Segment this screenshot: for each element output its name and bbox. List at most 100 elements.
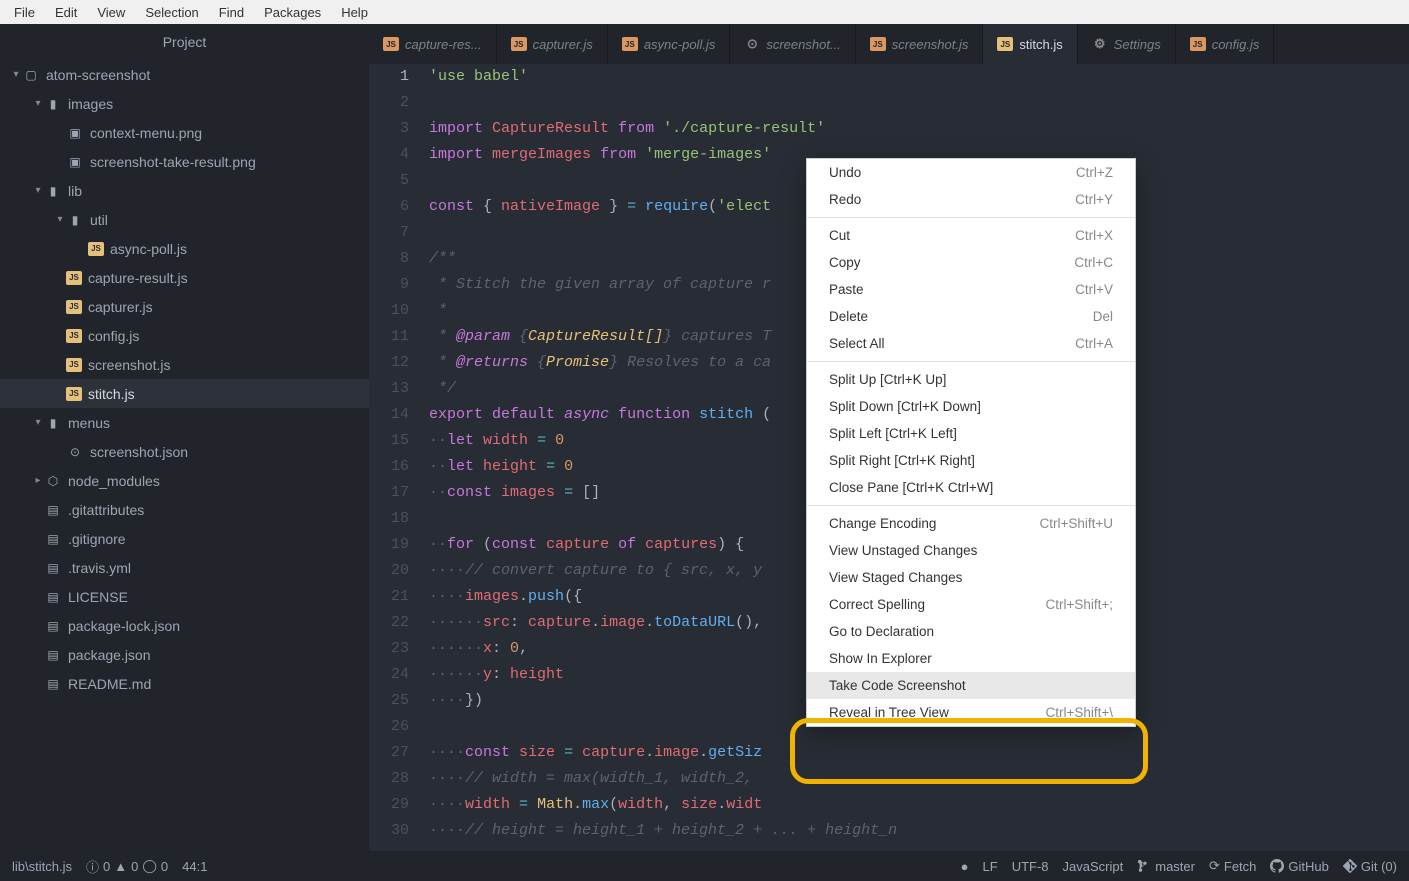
folder-icon: ▮ bbox=[66, 212, 84, 228]
menu-help[interactable]: Help bbox=[331, 2, 378, 23]
tree-item--gitattributes[interactable]: ▤.gitattributes bbox=[0, 495, 369, 524]
menu-item-label: Paste bbox=[829, 282, 864, 297]
file-icon: ▤ bbox=[44, 502, 62, 518]
menu-shortcut: Ctrl+Shift+; bbox=[1045, 597, 1113, 612]
status-branch[interactable]: master bbox=[1137, 859, 1195, 874]
menu-item-label: Reveal in Tree View bbox=[829, 705, 949, 720]
tab-screenshot-[interactable]: ⊙screenshot... bbox=[730, 24, 855, 64]
tab-config-js[interactable]: JS config.js bbox=[1176, 24, 1275, 64]
status-path[interactable]: lib\stitch.js bbox=[12, 859, 72, 874]
tab-label: Settings bbox=[1114, 37, 1161, 52]
menu-item-cut[interactable]: CutCtrl+X bbox=[807, 222, 1135, 249]
tree-label: screenshot.js bbox=[88, 357, 170, 373]
menu-item-label: Split Right [Ctrl+K Right] bbox=[829, 453, 975, 468]
tab-label: config.js bbox=[1212, 37, 1260, 52]
tree-label: menus bbox=[68, 415, 110, 431]
menu-edit[interactable]: Edit bbox=[45, 2, 87, 23]
js-icon: JS bbox=[870, 37, 886, 51]
tree-item-readme-md[interactable]: ▤ README.md bbox=[0, 669, 369, 698]
menu-item-view-staged-changes[interactable]: View Staged Changes bbox=[807, 564, 1135, 591]
menu-item-label: Split Left [Ctrl+K Left] bbox=[829, 426, 957, 441]
tree-item-stitch-js[interactable]: JSstitch.js bbox=[0, 379, 369, 408]
menu-selection[interactable]: Selection bbox=[135, 2, 208, 23]
status-line-ending[interactable]: LF bbox=[983, 859, 998, 874]
menu-shortcut: Ctrl+X bbox=[1075, 228, 1113, 243]
gear-icon: ⚙ bbox=[1092, 37, 1108, 51]
chevron-icon: ▸ bbox=[32, 475, 44, 486]
tree-item-screenshot-js[interactable]: JSscreenshot.js bbox=[0, 350, 369, 379]
tree-item-atom-screenshot[interactable]: ▾▢atom-screenshot bbox=[0, 60, 369, 89]
js-icon: JS bbox=[1190, 37, 1206, 51]
menu-item-split-up-ctrl-k-up-[interactable]: Split Up [Ctrl+K Up] bbox=[807, 366, 1135, 393]
status-bar: lib\stitch.js ⓘ0 ▲0 ◯0 44:1 ● LF UTF-8 J… bbox=[0, 851, 1409, 881]
tree-item-menus[interactable]: ▾▮menus bbox=[0, 408, 369, 437]
tree-item-config-js[interactable]: JSconfig.js bbox=[0, 321, 369, 350]
tree-item-util[interactable]: ▾▮util bbox=[0, 205, 369, 234]
menu-item-paste[interactable]: PasteCtrl+V bbox=[807, 276, 1135, 303]
tree-label: screenshot-take-result.png bbox=[90, 154, 256, 170]
tab-stitch-js[interactable]: JSstitch.js bbox=[983, 24, 1077, 64]
menu-item-redo[interactable]: RedoCtrl+Y bbox=[807, 186, 1135, 213]
tree-item-screenshot-take-result-png[interactable]: ▣screenshot-take-result.png bbox=[0, 147, 369, 176]
tree-item-context-menu-png[interactable]: ▣context-menu.png bbox=[0, 118, 369, 147]
status-git[interactable]: Git (0) bbox=[1343, 859, 1397, 874]
tree-item--gitignore[interactable]: ▤.gitignore bbox=[0, 524, 369, 553]
tree-label: README.md bbox=[68, 676, 151, 692]
status-cursor[interactable]: 44:1 bbox=[182, 859, 207, 874]
menu-item-undo[interactable]: UndoCtrl+Z bbox=[807, 159, 1135, 186]
menu-item-label: Select All bbox=[829, 336, 885, 351]
file-icon: ▤ bbox=[44, 560, 62, 576]
menu-item-take-code-screenshot[interactable]: Take Code Screenshot bbox=[807, 672, 1135, 699]
menu-shortcut: Ctrl+Shift+U bbox=[1039, 516, 1113, 531]
menu-item-view-unstaged-changes[interactable]: View Unstaged Changes bbox=[807, 537, 1135, 564]
menu-item-copy[interactable]: Copy Ctrl+C bbox=[807, 249, 1135, 276]
tree-item-screenshot-json[interactable]: ⊙screenshot.json bbox=[0, 437, 369, 466]
tree-item-license[interactable]: ▤LICENSE bbox=[0, 582, 369, 611]
tree-item-lib[interactable]: ▾▮lib bbox=[0, 176, 369, 205]
tree-item-package-lock-json[interactable]: ▤package-lock.json bbox=[0, 611, 369, 640]
menu-item-split-down-ctrl-k-down-[interactable]: Split Down [Ctrl+K Down] bbox=[807, 393, 1135, 420]
tab-async-poll-js[interactable]: JSasync-poll.js bbox=[608, 24, 731, 64]
tab-screenshot-js[interactable]: JSscreenshot.js bbox=[856, 24, 984, 64]
menu-find[interactable]: Find bbox=[209, 2, 254, 23]
tab-capturer-js[interactable]: JScapturer.js bbox=[497, 24, 608, 64]
menu-separator bbox=[807, 361, 1135, 362]
status-language[interactable]: JavaScript bbox=[1063, 859, 1124, 874]
tree-item-package-json[interactable]: ▤package.json bbox=[0, 640, 369, 669]
tree-label: capture-result.js bbox=[88, 270, 188, 286]
menu-item-close-pane-ctrl-k-ctrl-w-[interactable]: Close Pane [Ctrl+K Ctrl+W] bbox=[807, 474, 1135, 501]
tree-item-images[interactable]: ▾▮images bbox=[0, 89, 369, 118]
menu-separator bbox=[807, 217, 1135, 218]
menu-file[interactable]: File bbox=[4, 2, 45, 23]
menu-shortcut: Ctrl+C bbox=[1074, 255, 1113, 270]
menu-item-label: Copy bbox=[829, 255, 861, 270]
menu-item-show-in-explorer[interactable]: Show In Explorer bbox=[807, 645, 1135, 672]
menu-item-correct-spelling[interactable]: Correct SpellingCtrl+Shift+; bbox=[807, 591, 1135, 618]
tab-capture-res-[interactable]: JScapture-res... bbox=[369, 24, 497, 64]
menu-item-delete[interactable]: DeleteDel bbox=[807, 303, 1135, 330]
status-fetch[interactable]: ⟳ Fetch bbox=[1209, 858, 1256, 874]
status-diagnostics[interactable]: ⓘ0 ▲0 ◯0 bbox=[86, 857, 168, 876]
menu-item-split-left-ctrl-k-left-[interactable]: Split Left [Ctrl+K Left] bbox=[807, 420, 1135, 447]
tree-item-capture-result-js[interactable]: JScapture-result.js bbox=[0, 263, 369, 292]
tree-item--travis-yml[interactable]: ▤.travis.yml bbox=[0, 553, 369, 582]
menu-item-label: Show In Explorer bbox=[829, 651, 932, 666]
menu-item-change-encoding[interactable]: Change EncodingCtrl+Shift+U bbox=[807, 510, 1135, 537]
menu-item-split-right-ctrl-k-right-[interactable]: Split Right [Ctrl+K Right] bbox=[807, 447, 1135, 474]
tree-item-async-poll-js[interactable]: JSasync-poll.js bbox=[0, 234, 369, 263]
gutter: 1234567891011121314151617181920212223242… bbox=[369, 64, 429, 851]
tree-item-node-modules[interactable]: ▸⬡node_modules bbox=[0, 466, 369, 495]
tree-label: images bbox=[68, 96, 113, 112]
menu-view[interactable]: View bbox=[87, 2, 135, 23]
status-dirty-icon: ● bbox=[961, 859, 969, 874]
menu-item-select-all[interactable]: Select AllCtrl+A bbox=[807, 330, 1135, 357]
status-encoding[interactable]: UTF-8 bbox=[1012, 859, 1049, 874]
menu-item-reveal-in-tree-view[interactable]: Reveal in Tree ViewCtrl+Shift+\ bbox=[807, 699, 1135, 726]
tree-item-capturer-js[interactable]: JScapturer.js bbox=[0, 292, 369, 321]
tab-settings[interactable]: ⚙ Settings bbox=[1078, 24, 1176, 64]
menu-item-go-to-declaration[interactable]: Go to Declaration bbox=[807, 618, 1135, 645]
status-github[interactable]: GitHub bbox=[1270, 859, 1328, 874]
file-icon: ▤ bbox=[44, 676, 62, 692]
tab-label: capture-res... bbox=[405, 37, 482, 52]
menu-packages[interactable]: Packages bbox=[254, 2, 331, 23]
